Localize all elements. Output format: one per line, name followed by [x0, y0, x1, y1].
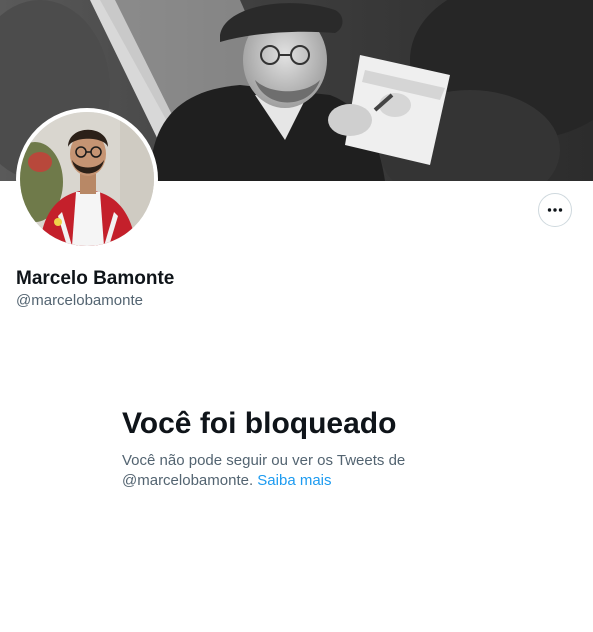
profile-page: Marcelo Bamonte @marcelobamonte Você foi…	[0, 0, 593, 632]
blocked-notice: Você foi bloqueado Você não pode seguir …	[122, 405, 452, 491]
more-options-button[interactable]	[538, 193, 572, 227]
blocked-message-row: Você não pode seguir ou ver os Tweets de…	[122, 451, 452, 491]
profile-handle: @marcelobamonte	[16, 292, 143, 309]
more-options-icon	[547, 208, 563, 212]
learn-more-link[interactable]: Saiba mais	[257, 472, 331, 489]
profile-display-name: Marcelo Bamonte	[16, 268, 175, 289]
profile-avatar[interactable]	[16, 108, 158, 250]
blocked-title: Você foi bloqueado	[122, 407, 397, 440]
